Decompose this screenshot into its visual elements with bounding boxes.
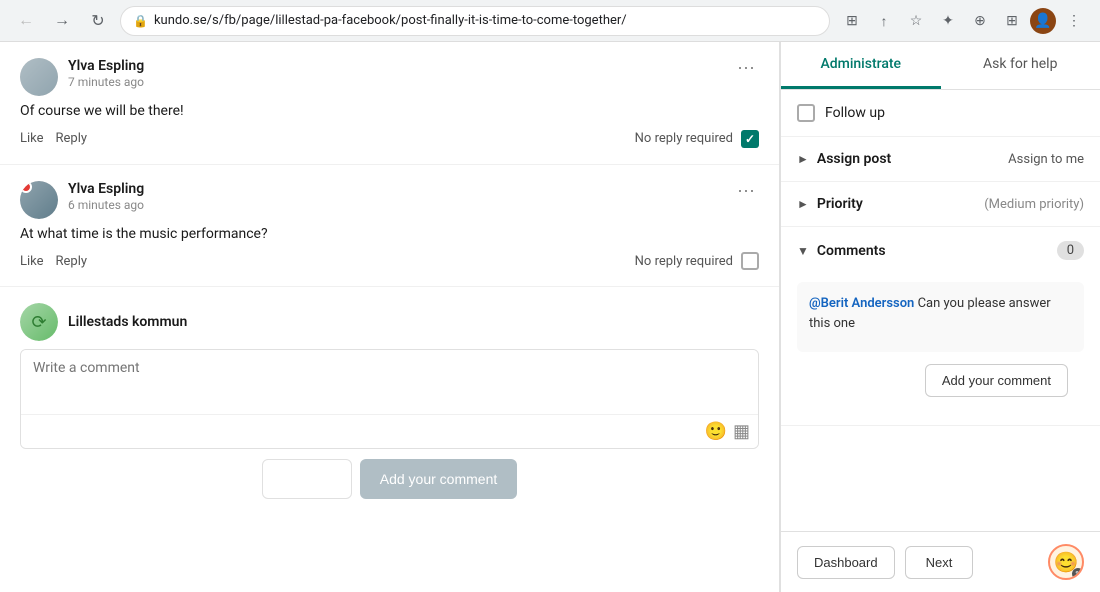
more-icon[interactable]: ⋮ [1060,7,1088,35]
reply-button-1[interactable]: Reply [56,131,88,146]
avatar-edit-icon: ✎ [1072,568,1084,580]
comments-title: Comments [817,243,1057,259]
no-reply-checkbox-1[interactable] [741,130,759,148]
comment-meta-2: Ylva Espling 6 minutes ago [68,181,723,212]
reply-header: ⟳ Lillestads kommun [20,303,759,341]
assign-to-me-button[interactable]: Assign to me [1008,152,1084,167]
assign-post-row[interactable]: ► Assign post Assign to me [781,137,1100,182]
priority-chevron-icon: ► [797,197,809,211]
priority-row[interactable]: ► Priority (Medium priority) [781,182,1100,227]
format-icon[interactable]: ▦ [733,421,750,442]
emoji-icon[interactable]: 🙂 [705,421,727,442]
reply-textarea-wrapper: 🙂 ▦ [20,349,759,449]
right-panel: Administrate Ask for help Follow up ► As… [780,42,1100,592]
right-content: Follow up ► Assign post Assign to me ► P… [781,90,1100,531]
right-tabs: Administrate Ask for help [781,42,1100,90]
comments-section: ▼ Comments 0 @Berit Andersson Can you pl… [781,227,1100,426]
puzzle-icon[interactable]: ⊕ [966,7,994,35]
reply-page-name: Lillestads kommun [68,314,187,330]
profile-avatar[interactable]: 👤 [1030,8,1056,34]
comments-count-badge: 0 [1057,241,1084,260]
comment-text-2: At what time is the music performance? [20,225,759,245]
no-reply-checkbox-2[interactable] [741,252,759,270]
comment-author-1: Ylva Espling [68,58,723,74]
no-reply-label-1: No reply required [635,131,733,146]
priority-sub: (Medium priority) [984,197,1084,212]
comment-actions-1: Like Reply No reply required [20,130,759,148]
add-comment-right-button[interactable]: Add your comment [925,364,1068,397]
reply-button-2[interactable]: Reply [56,254,88,269]
panel-bottom: Dashboard Next 😊 ✎ [781,531,1100,592]
extension-icon[interactable]: ✦ [934,7,962,35]
comment-header-1: Ylva Espling 7 minutes ago ⋯ [20,58,759,96]
reply-toolbar: 🙂 ▦ [21,414,758,448]
browser-chrome: ← → ↻ 🔒 kundo.se/s/fb/page/lillestad-pa-… [0,0,1100,42]
comments-chevron-icon: ▼ [797,244,809,258]
reply-buttons: Add your comment [20,459,759,499]
comment-header-2: Ylva Espling 6 minutes ago ⋯ [20,181,759,219]
assign-post-title: Assign post [817,151,1008,167]
comments-header[interactable]: ▼ Comments 0 [781,227,1100,274]
priority-title: Priority [817,196,978,212]
reply-textarea[interactable] [21,350,758,410]
translate-icon[interactable]: ⊞ [838,7,866,35]
comment-mention-box: @Berit Andersson Can you please answer t… [797,282,1084,352]
browser-icons: ⊞ ↑ ☆ ✦ ⊕ ⊞ 👤 ⋮ [838,7,1088,35]
panel-bottom-avatar[interactable]: 😊 ✎ [1048,544,1084,580]
comment-author-2: Ylva Espling [68,181,723,197]
forward-button[interactable]: → [48,7,76,35]
add-comment-button[interactable]: Add your comment [360,459,518,499]
dashboard-button[interactable]: Dashboard [797,546,895,579]
tab-administrate[interactable]: Administrate [781,42,941,89]
follow-up-label: Follow up [825,105,885,121]
comment-time-2: 6 minutes ago [68,198,723,212]
comment-item-2: Ylva Espling 6 minutes ago ⋯ At what tim… [0,165,779,288]
next-button[interactable]: Next [905,546,974,579]
comment-more-icon-1[interactable]: ⋯ [733,58,759,79]
tab-ask-for-help[interactable]: Ask for help [941,42,1100,89]
comment-more-icon-2[interactable]: ⋯ [733,181,759,202]
bookmark-icon[interactable]: ☆ [902,7,930,35]
comment-text-1: Of course we will be there! [20,102,759,122]
like-button-2[interactable]: Like [20,254,44,269]
left-panel: Ylva Espling 7 minutes ago ⋯ Of course w… [0,42,780,592]
avatar-2 [20,181,58,219]
reply-box: ⟳ Lillestads kommun 🙂 ▦ Add your comment [0,287,779,515]
mention-name: @Berit Andersson [809,296,914,311]
follow-up-checkbox[interactable] [797,104,815,122]
kundo-logo-icon: ⟳ [31,312,46,333]
comment-meta-1: Ylva Espling 7 minutes ago [68,58,723,89]
like-button-1[interactable]: Like [20,131,44,146]
comment-actions-2: Like Reply No reply required [20,252,759,270]
grid-icon[interactable]: ⊞ [998,7,1026,35]
comment-item-1: Ylva Espling 7 minutes ago ⋯ Of course w… [0,42,779,165]
url-bar: 🔒 kundo.se/s/fb/page/lillestad-pa-facebo… [120,6,830,36]
back-button[interactable]: ← [12,7,40,35]
comment-time-1: 7 minutes ago [68,75,723,89]
url-text: kundo.se/s/fb/page/lillestad-pa-facebook… [154,13,817,28]
main-layout: Ylva Espling 7 minutes ago ⋯ Of course w… [0,42,1100,592]
lock-icon: 🔒 [133,14,148,28]
assign-post-chevron-icon: ► [797,152,809,166]
follow-up-row: Follow up [781,90,1100,137]
avatar-1 [20,58,58,96]
empty-button[interactable] [262,459,352,499]
no-reply-label-2: No reply required [635,254,733,269]
refresh-button[interactable]: ↻ [84,7,112,35]
share-icon[interactable]: ↑ [870,7,898,35]
reply-avatar: ⟳ [20,303,58,341]
notification-dot-2 [20,181,32,193]
